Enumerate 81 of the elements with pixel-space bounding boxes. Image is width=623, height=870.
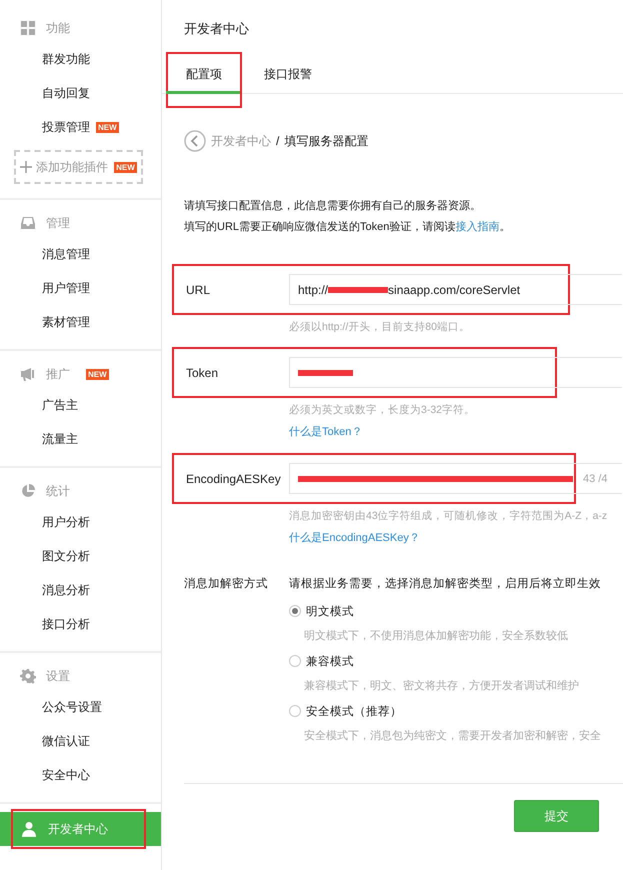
sidebar-item[interactable]: 群发功能	[0, 42, 161, 76]
radio-option[interactable]: 兼容模式	[289, 653, 354, 669]
sidebar-item-label: 用户管理	[42, 280, 90, 296]
character-counter: 43 /4	[583, 472, 608, 484]
radio-label: 安全模式（推荐）	[306, 704, 402, 718]
sidebar-item[interactable]: 用户管理	[0, 271, 161, 305]
option-description: 安全模式下，消息包为纯密文，需要开发者加密和解密，安全	[304, 728, 602, 744]
megaphone-icon	[20, 366, 36, 382]
sidebar-item[interactable]: 广告主	[0, 388, 161, 422]
field-label: URL	[186, 282, 212, 296]
radio-option[interactable]: 明文模式	[289, 603, 354, 619]
sidebar-item-label: 开发者中心	[48, 820, 108, 838]
sidebar-item-label: 自动回复	[42, 84, 90, 102]
sidebar-item-label: 图文分析	[42, 548, 90, 564]
field-hint: 必须为英文或数字，长度为3-32字符。	[289, 403, 476, 418]
pie-chart-icon	[20, 483, 36, 499]
field-label: Token	[186, 366, 220, 380]
sidebar-item[interactable]: 素材管理	[0, 305, 161, 339]
sidebar-item-label: 群发功能	[42, 50, 90, 68]
sidebar-item-label: 消息管理	[42, 246, 90, 262]
breadcrumb-separator: /	[276, 134, 280, 148]
new-badge: NEW	[114, 162, 137, 172]
section-title: 统计	[46, 482, 70, 500]
sidebar-item[interactable]: 消息管理	[0, 237, 161, 271]
sidebar-item-label: 素材管理	[42, 314, 90, 330]
sidebar-item[interactable]: 用户分析	[0, 505, 161, 539]
option-description: 兼容模式下，明文、密文将共存，方便开发者调试和维护	[304, 678, 580, 694]
sidebar-item-label: 投票管理	[42, 118, 90, 136]
section-title: 功能	[46, 20, 70, 36]
sidebar-item-label: 公众号设置	[42, 698, 102, 716]
sidebar-item[interactable]: 微信认证	[0, 724, 161, 758]
field-hint: 消息加密密钥由43位字符组成，可随机修改，字符范围为A-Z，a-z	[289, 509, 608, 524]
tab[interactable]: 接口报警	[244, 52, 332, 108]
field-label: 消息加解密方式	[184, 576, 269, 592]
gear-icon	[20, 668, 36, 684]
sidebar-item[interactable]: 投票管理 NEW	[0, 110, 161, 144]
radio-button[interactable]	[289, 655, 301, 667]
sidebar-item-label: 流量主	[42, 430, 78, 448]
radio-button[interactable]	[289, 705, 301, 717]
new-badge: NEW	[96, 122, 119, 132]
radio-button[interactable]	[289, 605, 301, 617]
person-icon	[22, 821, 36, 837]
sidebar-item[interactable]: 接口分析	[0, 607, 161, 641]
radio-option[interactable]: 安全模式（推荐）	[289, 703, 402, 719]
tab[interactable]: 配置项	[166, 52, 242, 108]
radio-label: 兼容模式	[306, 654, 354, 668]
page-title: 开发者中心	[184, 20, 250, 38]
sidebar-item-label: 安全中心	[42, 766, 90, 784]
sidebar-item-label: 用户分析	[42, 514, 90, 530]
new-badge: NEW	[86, 368, 109, 380]
inbox-icon	[20, 215, 36, 231]
field-value: http://	[298, 282, 328, 296]
grid-icon	[20, 20, 36, 36]
guide-link[interactable]: 接入指南	[455, 221, 500, 233]
plus-icon	[20, 161, 32, 173]
input-field[interactable]	[289, 357, 622, 388]
option-description: 明文模式下，不使用消息体加解密功能，安全系数较低	[304, 628, 569, 644]
sidebar-item[interactable]: 消息分析	[0, 573, 161, 607]
back-icon[interactable]	[184, 130, 206, 152]
sidebar-item-label: 接口分析	[42, 616, 90, 632]
input-field[interactable]: http:// sinaapp.com/coreServlet	[289, 274, 622, 305]
sidebar-item[interactable]: 图文分析	[0, 539, 161, 573]
sidebar-item-label: 微信认证	[42, 732, 90, 750]
breadcrumb-current: 填写服务器配置	[284, 132, 368, 150]
sidebar-item[interactable]: 自动回复	[0, 76, 161, 110]
sidebar-item[interactable]: 流量主	[0, 422, 161, 456]
field-value: sinaapp.com/coreServlet	[388, 282, 520, 296]
encryption-description: 请根据业务需要，选择消息加解密类型，启用后将立即生效	[289, 576, 602, 592]
sidebar-item-label: 广告主	[42, 396, 78, 414]
section-title: 设置	[46, 668, 70, 684]
add-plugin-label: 添加功能插件	[36, 158, 108, 176]
field-label: EncodingAESKey	[186, 472, 282, 486]
radio-label: 明文模式	[306, 604, 354, 618]
intro-text: 请填写接口配置信息，此信息需要你拥有自己的服务器资源。	[184, 198, 482, 214]
intro-text: 填写的URL需要正确响应微信发送的Token验证，请阅读接入指南。	[184, 220, 512, 235]
field-hint: 必须以http://开头，目前支持80端口。	[289, 320, 471, 335]
section-title: 管理	[46, 214, 70, 232]
sidebar-item[interactable]: 公众号设置	[0, 690, 161, 724]
section-title: 推广	[46, 366, 70, 382]
sidebar-item[interactable]: 安全中心	[0, 758, 161, 792]
sidebar-item-label: 消息分析	[42, 582, 90, 598]
